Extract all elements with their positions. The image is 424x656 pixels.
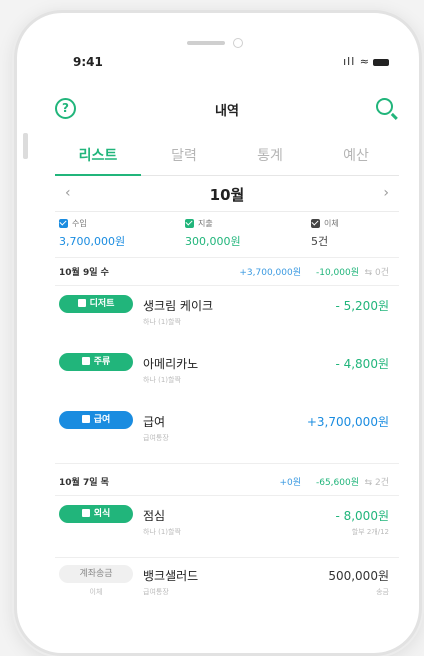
tab-bar: 리스트 달력 통계 예산 [55,141,399,176]
status-icons: ıll ≈ [343,55,389,68]
expense-label: 지출 [198,219,213,228]
app-header: ? 내역 [55,98,399,122]
item-amount: 500,000원 [328,569,389,583]
summary-transfer[interactable]: 이체 5건 [311,218,339,249]
next-month-icon[interactable]: › [383,185,389,201]
item-amount: - 4,800원 [335,357,389,371]
item-name: 점심 [143,509,166,523]
utensils-icon [81,508,90,517]
battery-icon [373,58,389,66]
expense-total: 300,000원 [185,235,241,248]
month-summary: 수입 3,700,000원 지출 300,000원 이체 5건 [59,218,399,258]
summary-income[interactable]: 수입 3,700,000원 [59,218,125,249]
list-item[interactable]: 디저트 생크림 케이크 하나 (1)할짝 - 5,200원 [59,295,389,339]
category-label: 주류 [93,357,111,367]
transfer-checkbox-icon [311,219,320,228]
item-name: 급여 [143,415,166,429]
tab-calendar[interactable]: 달력 [141,141,227,175]
date-transfer-count: ⇆ 2건 [364,478,389,488]
income-checkbox-icon [59,219,68,228]
item-name: 생크림 케이크 [143,299,214,313]
month-label: 10월 [209,186,245,204]
category-pill: 디저트 [59,295,133,313]
divider [55,495,399,496]
date-income: +0원 [279,478,301,488]
category-pill: 주류 [59,353,133,371]
date-transfer-count: ⇆ 0건 [364,268,389,278]
date-header: 10월 7일 목 +0원 -65,600원 ⇆ 2건 [59,471,389,493]
transfer-total: 5건 [311,235,329,248]
camera-icon [233,38,243,48]
divider [55,285,399,286]
signal-wifi-icon: ıll ≈ [343,55,370,68]
date-income: +3,700,000원 [239,268,301,278]
phone-notch [187,37,243,49]
month-selector: ‹ 10월 › [55,179,399,212]
salary-icon [81,414,90,423]
date-header: 10월 9일 수 +3,700,000원 -10,000원 ⇆ 0건 [59,261,389,283]
status-time: 9:41 [73,55,103,69]
category-label: 외식 [93,509,111,519]
page-title: 내역 [215,104,239,119]
divider [55,557,399,558]
item-amount: - 8,000원 [335,509,389,523]
item-name: 아메리카노 [143,357,199,371]
item-transfer-type: 송금 [376,588,389,596]
date-label: 10월 9일 수 [59,268,109,278]
category-pill: 외식 [59,505,133,523]
phone-frame: 9:41 ıll ≈ ? 내역 리스트 달력 통계 예산 ‹ 10월 › 수입 … [14,10,422,656]
list-item[interactable]: 외식 점심 하나 (1)할짝 - 8,000원 할부 2개/12 [59,505,389,549]
item-account: 하나 (1)할짝 [143,376,181,384]
date-expense: -65,600원 [315,478,359,488]
date-label: 10월 7일 목 [59,478,109,488]
drink-icon [81,356,90,365]
category-label: 급여 [93,415,111,425]
tab-budget[interactable]: 예산 [313,141,399,175]
category-pill: 계좌송금 [59,565,133,583]
income-label: 수입 [72,219,87,228]
item-amount: +3,700,000원 [306,415,389,429]
item-installment: 할부 2개/12 [351,528,389,536]
divider [55,257,399,258]
list-item[interactable]: 급여 급여 급여통장 +3,700,000원 [59,411,389,455]
income-total: 3,700,000원 [59,235,126,248]
list-item[interactable]: 계좌송금 이체 뱅크샐러드 급여통장 500,000원 송금 [59,565,389,609]
item-name: 뱅크샐러드 [143,569,199,583]
search-icon[interactable] [376,98,393,115]
category-sub: 이체 [89,588,103,596]
divider [55,463,399,464]
item-account: 급여통장 [143,434,169,442]
item-account: 하나 (1)할짝 [143,318,181,326]
item-amount: - 5,200원 [335,299,389,313]
tab-stats[interactable]: 통계 [227,141,313,175]
expense-checkbox-icon [185,219,194,228]
mute-switch [23,133,28,159]
summary-expense[interactable]: 지출 300,000원 [185,218,241,249]
dessert-icon [77,298,86,307]
list-item[interactable]: 주류 아메리카노 하나 (1)할짝 - 4,800원 [59,353,389,397]
item-account: 급여통장 [143,588,169,596]
speaker-grille [187,41,225,45]
item-account: 하나 (1)할짝 [143,528,181,536]
date-expense: -10,000원 [315,268,359,278]
transfer-label: 이체 [324,219,339,228]
category-label: 디저트 [89,299,115,309]
tab-list[interactable]: 리스트 [55,141,141,176]
category-pill: 급여 [59,411,133,429]
